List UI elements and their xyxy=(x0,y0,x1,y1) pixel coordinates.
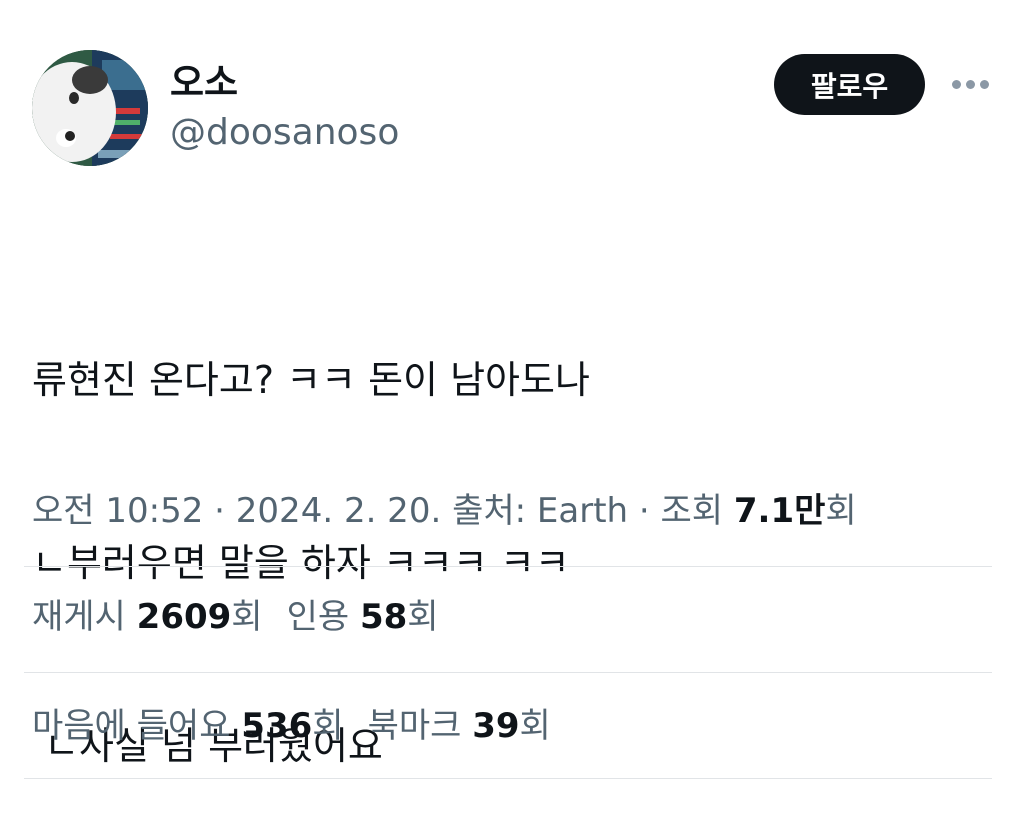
avatar[interactable] xyxy=(32,50,148,166)
views-label: 조회 xyxy=(660,491,734,531)
divider xyxy=(24,566,992,567)
bookmarks-suffix: 회 xyxy=(519,706,551,746)
more-horizontal-icon xyxy=(965,79,975,89)
post-date[interactable]: 2024. 2. 20. xyxy=(236,491,441,531)
follow-button[interactable]: 팔로우 xyxy=(774,54,925,115)
meta-separator: · xyxy=(628,491,661,531)
bookmarks-count: 39 xyxy=(472,706,520,746)
meta-separator: · xyxy=(203,491,236,531)
likes-stat[interactable]: 마음에 들어요 536회 xyxy=(32,706,344,746)
likes-label: 마음에 들어요 xyxy=(32,706,242,746)
user-handle[interactable]: @doosanoso xyxy=(170,110,399,156)
tweet-line: 류현진 온다고? ㅋㅋ 돈이 남아도나 xyxy=(32,358,590,402)
likes-count: 536 xyxy=(241,706,313,746)
views-count: 7.1만 xyxy=(733,491,826,531)
quotes-count: 58 xyxy=(359,597,408,637)
quotes-stat[interactable]: 인용 58회 xyxy=(287,597,439,637)
reposts-count: 2609 xyxy=(136,597,232,637)
post-time[interactable]: 오전 10:52 xyxy=(32,491,203,531)
tweet-meta: 오전 10:52 · 2024. 2. 20. 출처: Earth · 조회 7… xyxy=(32,488,857,534)
bookmarks-label: 북마크 xyxy=(367,706,473,746)
reposts-label: 재게시 xyxy=(32,597,137,637)
more-horizontal-icon xyxy=(979,79,989,89)
divider xyxy=(24,672,992,673)
bookmarks-stat[interactable]: 북마크 39회 xyxy=(368,706,551,746)
stats-row-likes: 마음에 들어요 536회 북마크 39회 xyxy=(32,703,551,749)
divider xyxy=(24,778,992,779)
quotes-label: 인용 xyxy=(286,597,360,637)
views-suffix: 회 xyxy=(825,491,857,531)
panda-avatar-icon xyxy=(32,50,148,166)
tweet-line: ㄴ부러우면 말을 하자 ㅋㅋㅋ ㅋㅋ xyxy=(32,541,570,585)
stats-row-reposts: 재게시 2609회 인용 58회 xyxy=(32,594,439,640)
reposts-stat[interactable]: 재게시 2609회 xyxy=(32,597,263,637)
more-options-button[interactable] xyxy=(946,64,994,104)
display-name[interactable]: 오소 xyxy=(170,60,238,106)
likes-suffix: 회 xyxy=(312,706,344,746)
quotes-suffix: 회 xyxy=(407,597,439,637)
post-source: 출처: Earth xyxy=(452,491,629,531)
reposts-suffix: 회 xyxy=(231,597,263,637)
more-horizontal-icon xyxy=(951,79,961,89)
